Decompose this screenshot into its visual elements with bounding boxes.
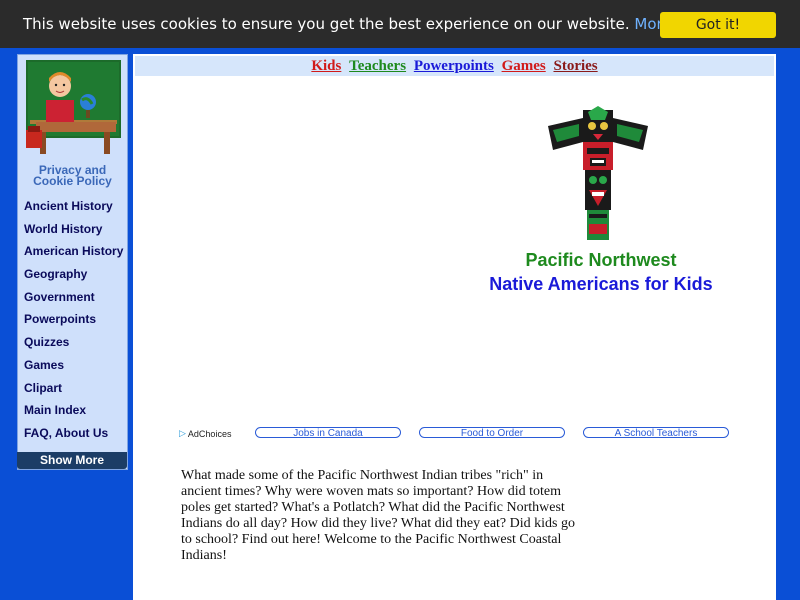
ad-link-jobs-in-canada[interactable]: Jobs in Canada <box>255 427 401 439</box>
page-title-line-2: Native Americans for Kids <box>489 274 713 294</box>
topnav-powerpoints-link[interactable]: Powerpoints <box>414 58 494 74</box>
teacher-clipart-icon[interactable] <box>26 60 121 155</box>
cookie-text: This website uses cookies to ensure you … <box>23 15 630 33</box>
show-more-button[interactable]: Show More <box>17 452 127 469</box>
topnav-kids-link[interactable]: Kids <box>311 58 341 74</box>
sidebar-item-ancient-history[interactable]: Ancient History <box>24 199 113 213</box>
sidebar-item-quizzes[interactable]: Quizzes <box>24 335 69 349</box>
sidebar-item-american-history[interactable]: American History <box>24 244 123 258</box>
cookie-message: This website uses cookies to ensure you … <box>23 15 709 33</box>
got-it-button[interactable]: Got it! <box>660 12 776 38</box>
cookie-consent-bar: This website uses cookies to ensure you … <box>0 0 800 48</box>
adchoices-label[interactable]: ▷ AdChoices <box>179 428 231 439</box>
ad-links-row: ▷ AdChoices Jobs in Canada Food to Order… <box>179 427 739 441</box>
sidebar-item-world-history[interactable]: World History <box>24 222 102 236</box>
intro-paragraph: What made some of the Pacific Northwest … <box>181 468 575 563</box>
sidebar-item-government[interactable]: Government <box>24 290 95 304</box>
sidebar-item-faq-about-us[interactable]: FAQ, About Us <box>24 426 108 440</box>
topnav-teachers-link[interactable]: Teachers <box>349 58 406 74</box>
sidebar-item-games[interactable]: Games <box>24 358 64 372</box>
sidebar-nav: Ancient History World History American H… <box>24 197 123 447</box>
sidebar-item-geography[interactable]: Geography <box>24 267 87 281</box>
sidebar-item-powerpoints[interactable]: Powerpoints <box>24 312 96 326</box>
privacy-line-2: Cookie Policy <box>33 174 112 188</box>
sidebar-item-main-index[interactable]: Main Index <box>24 403 86 417</box>
left-sidebar: Privacy and Cookie Policy Ancient Histor… <box>17 54 128 470</box>
adchoices-icon: ▷ <box>179 428 186 438</box>
totem-pole-icon <box>548 106 648 240</box>
page-title-line-1: Pacific Northwest <box>525 250 677 270</box>
top-nav: Kids Teachers Powerpoints Games Stories <box>135 56 774 76</box>
topnav-games-link[interactable]: Games <box>502 58 546 74</box>
ad-link-food-to-order[interactable]: Food to Order <box>419 427 565 439</box>
topnav-stories-link[interactable]: Stories <box>553 58 597 74</box>
ad-link-school-teachers[interactable]: A School Teachers <box>583 427 729 439</box>
sidebar-item-clipart[interactable]: Clipart <box>24 381 62 395</box>
adchoices-text: AdChoices <box>187 428 232 439</box>
main-content: Kids Teachers Powerpoints Games Stories … <box>133 54 776 600</box>
privacy-policy-link[interactable]: Privacy and Cookie Policy <box>18 164 127 188</box>
